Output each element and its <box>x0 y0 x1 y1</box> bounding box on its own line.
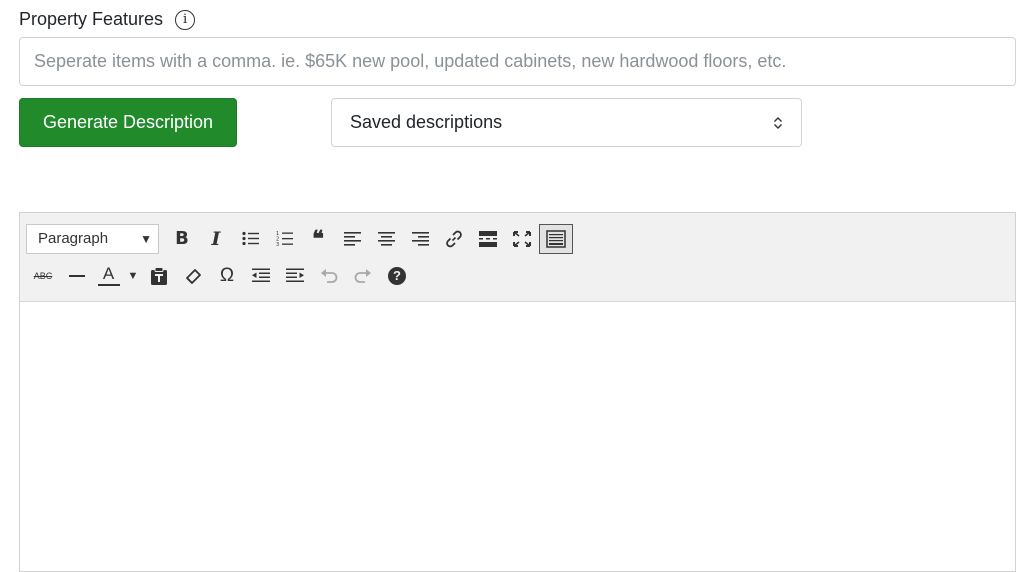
indent-icon[interactable] <box>278 261 312 291</box>
text-color-icon[interactable]: A ▼ <box>94 261 142 291</box>
caret-down-icon: ▼ <box>127 269 139 282</box>
toolbar-row-2: ABC A ▼ Ω ? <box>26 257 1009 294</box>
toolbar-row-1: Paragraph ▼ B I 123 ❝ <box>26 220 1009 257</box>
help-glyph: ? <box>388 266 406 285</box>
caret-down-icon: ▼ <box>140 231 152 246</box>
italic-icon[interactable]: I <box>199 224 233 254</box>
select-chevrons-icon <box>773 116 783 130</box>
bullet-list-icon[interactable] <box>233 224 267 254</box>
format-select[interactable]: Paragraph ▼ <box>26 223 159 254</box>
toolbar-toggle-icon[interactable] <box>539 223 573 254</box>
property-features-label: Property Features <box>19 9 164 29</box>
align-center-icon[interactable] <box>369 224 403 254</box>
generate-description-button[interactable]: Generate Description <box>19 98 237 147</box>
read-more-icon[interactable] <box>471 224 505 254</box>
paste-text-icon[interactable] <box>142 261 176 291</box>
blockquote-icon[interactable]: ❝ <box>301 224 335 254</box>
fullscreen-icon[interactable] <box>505 224 539 254</box>
undo-icon[interactable] <box>312 261 346 291</box>
text-color-glyph: A <box>102 263 115 283</box>
align-left-icon[interactable] <box>335 224 369 254</box>
property-features-label-row: Property Features i <box>19 9 196 30</box>
editor-content-area[interactable] <box>20 302 1015 570</box>
info-icon[interactable]: i <box>175 9 196 30</box>
numbered-list-icon[interactable]: 123 <box>267 224 301 254</box>
svg-text:3: 3 <box>276 242 279 247</box>
link-icon[interactable] <box>437 224 471 254</box>
help-icon[interactable]: ? <box>380 261 414 291</box>
clear-formatting-icon[interactable] <box>176 261 210 291</box>
saved-descriptions-select[interactable]: Saved descriptions <box>331 98 802 147</box>
format-select-value: Paragraph <box>38 230 109 247</box>
property-features-input[interactable] <box>19 37 1016 86</box>
redo-icon[interactable] <box>346 261 380 291</box>
editor-toolbar: Paragraph ▼ B I 123 ❝ ABC A ▼ Ω ? <box>20 213 1015 302</box>
bold-icon[interactable]: B <box>165 224 199 254</box>
special-character-icon[interactable]: Ω <box>210 261 244 291</box>
horizontal-line-icon[interactable] <box>60 261 94 291</box>
rich-text-editor: Paragraph ▼ B I 123 ❝ ABC A ▼ Ω ? <box>19 212 1016 572</box>
strikethrough-icon[interactable]: ABC <box>26 261 60 291</box>
saved-descriptions-value: Saved descriptions <box>350 112 503 132</box>
outdent-icon[interactable] <box>244 261 278 291</box>
align-right-icon[interactable] <box>403 224 437 254</box>
